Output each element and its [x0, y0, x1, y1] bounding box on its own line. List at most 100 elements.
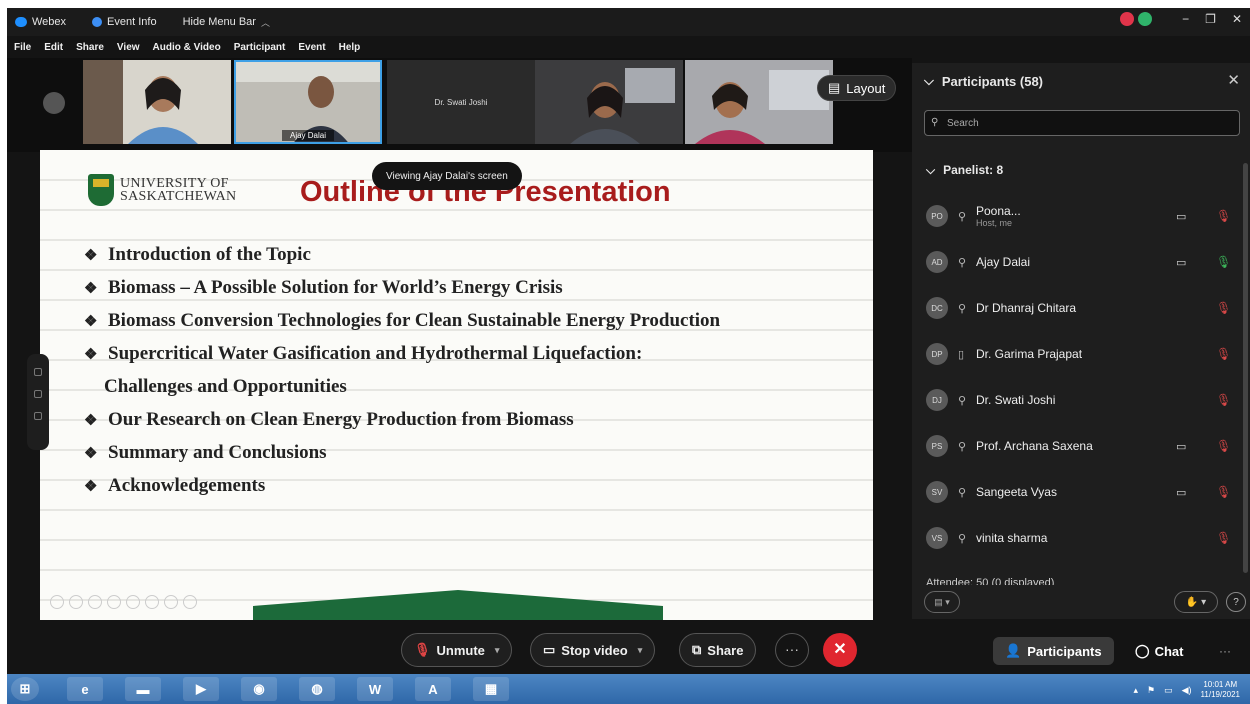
mic-on-icon[interactable]: 🎙 — [1216, 255, 1231, 269]
bullet-item: ❖ Our Research on Clean Energy Production… — [84, 403, 864, 436]
university-name: UNIVERSITY OF SASKATCHEWAN — [120, 177, 236, 204]
attendee-section-header[interactable]: Attendee: 50 (0 displayed) — [926, 577, 1054, 585]
help-icon[interactable]: ? — [1226, 592, 1246, 612]
panelist-row[interactable]: DJ ⚲ Dr. Swati Joshi 🎙 — [926, 377, 1231, 423]
tool-icon[interactable] — [145, 595, 159, 609]
avatar: DJ — [926, 389, 948, 411]
participant-video-icon — [685, 60, 833, 144]
end-meeting-button[interactable]: ✕ — [823, 633, 857, 667]
panelist-name: Sangeeta Vyas — [976, 485, 1057, 499]
pdf-reader-icon[interactable]: A — [415, 677, 451, 701]
overflow-menu-button[interactable]: ··· — [1219, 644, 1231, 658]
internet-explorer-icon[interactable]: e — [67, 677, 103, 701]
mic-muted-icon[interactable]: 🎙 — [1216, 439, 1231, 453]
file-explorer-icon[interactable]: ▬ — [125, 677, 161, 701]
close-window-button[interactable]: ✕ — [1232, 12, 1242, 26]
diamond-bullet-icon: ❖ — [84, 281, 98, 297]
participants-button[interactable]: 👤 Participants — [993, 637, 1114, 665]
event-info-button[interactable]: Event Info — [92, 16, 157, 28]
mic-muted-icon[interactable]: 🎙 — [1216, 531, 1231, 545]
hide-menu-bar-label: Hide Menu Bar — [182, 16, 256, 28]
restore-button[interactable]: ❐ — [1205, 12, 1216, 26]
panelist-row[interactable]: SV ⚲ Sangeeta Vyas ▭ 🎙 — [926, 469, 1231, 515]
tool-icon[interactable] — [50, 595, 64, 609]
unmute-button[interactable]: 🎙 Unmute ▾ — [401, 633, 513, 667]
view-options-button[interactable]: ▤ ▾ — [924, 591, 960, 613]
panel-scrollbar[interactable] — [1243, 163, 1248, 573]
volume-icon[interactable]: ◀) — [1182, 685, 1192, 696]
start-button[interactable]: ⊞ — [11, 677, 39, 701]
media-player-icon[interactable]: ▶ — [183, 677, 219, 701]
annotation-side-toolbar[interactable] — [27, 354, 49, 450]
device-icon: ▯ — [958, 348, 965, 361]
menu-event[interactable]: Event — [298, 42, 325, 53]
network-icon[interactable]: ▭ — [1164, 685, 1173, 696]
chat-button[interactable]: ◯ Chat — [1135, 637, 1183, 665]
menu-help[interactable]: Help — [339, 42, 361, 53]
menu-file[interactable]: File — [14, 42, 31, 53]
panelist-row[interactable]: AD ⚲ Ajay Dalai ▭ 🎙 — [926, 239, 1231, 285]
close-panel-button[interactable]: ✕ — [1227, 71, 1240, 89]
tool-icon[interactable] — [126, 595, 140, 609]
video-camera-icon: ▭ — [543, 642, 556, 657]
mic-muted-icon[interactable]: 🎙 — [1216, 347, 1231, 361]
chrome-icon[interactable]: ◉ — [241, 677, 277, 701]
diamond-bullet-icon: ❖ — [84, 314, 98, 330]
flag-icon[interactable]: ⚑ — [1147, 685, 1155, 696]
more-options-button[interactable]: ··· — [775, 633, 809, 667]
panelist-row[interactable]: DC ⚲ Dr Dhanraj Chitara 🎙 — [926, 285, 1231, 331]
tool-icon[interactable] — [164, 595, 178, 609]
tool-icon[interactable] — [107, 595, 121, 609]
tool-icon[interactable] — [88, 595, 102, 609]
mic-muted-icon[interactable]: 🎙 — [1216, 301, 1231, 315]
strip-previous-button[interactable] — [43, 92, 65, 114]
panelist-row[interactable]: PO ⚲ Poona... Host, me ▭ 🎙 — [926, 193, 1231, 239]
menu-view[interactable]: View — [117, 42, 140, 53]
menu-bar: File Edit Share View Audio & Video Parti… — [7, 36, 907, 58]
clock[interactable]: 10:01 AM 11/19/2021 — [1201, 680, 1240, 700]
participants-panel: ⌵ Participants (58) ✕ ⚲ Search ⌵ Panelis… — [912, 63, 1250, 619]
bullet-item: ❖ Acknowledgements — [84, 469, 864, 502]
webex-taskbar-icon[interactable]: W — [357, 677, 393, 701]
mic-muted-icon[interactable]: 🎙 — [1216, 209, 1231, 223]
firefox-icon[interactable]: ◍ — [299, 677, 335, 701]
mic-muted-icon[interactable]: 🎙 — [1216, 393, 1231, 407]
clock-date: 11/19/2021 — [1200, 690, 1240, 699]
video-tile-3[interactable]: Dr. Swati Joshi — [387, 60, 535, 144]
panelist-section-header[interactable]: ⌵ Panelist: 8 — [926, 163, 1003, 178]
menu-audio-video[interactable]: Audio & Video — [153, 42, 221, 53]
diamond-bullet-icon: ❖ — [84, 413, 98, 429]
video-tile-5[interactable] — [685, 60, 833, 144]
stop-video-button[interactable]: ▭ Stop video ▾ — [530, 633, 656, 667]
panelist-row[interactable]: VS ⚲ vinita sharma 🎙 — [926, 515, 1231, 561]
annotation-icon[interactable] — [34, 412, 42, 420]
mic-muted-icon[interactable]: 🎙 — [1216, 485, 1231, 499]
panelist-role: Host, me — [976, 218, 1013, 228]
show-hidden-icons[interactable]: ▴ — [1134, 685, 1139, 696]
share-button[interactable]: ⧉ Share — [679, 633, 757, 667]
webex-window: Webex Event Info Hide Menu Bar ︿ − ❐ ✕ F… — [7, 8, 1250, 704]
annotation-icon[interactable] — [34, 368, 42, 376]
video-tile-1[interactable] — [83, 60, 231, 144]
menu-participant[interactable]: Participant — [234, 42, 286, 53]
video-tile-active[interactable]: Ajay Dalai — [234, 60, 382, 144]
search-input[interactable]: ⚲ Search — [924, 110, 1240, 136]
hide-menu-bar-button[interactable]: Hide Menu Bar ︿ — [183, 16, 270, 29]
panelist-row[interactable]: DP ▯ Dr. Garima Prajapat 🎙 — [926, 331, 1231, 377]
document-icon[interactable]: ▦ — [473, 677, 509, 701]
raise-hand-button[interactable]: ✋ ▾ — [1174, 591, 1218, 613]
bullet-item: ❖ Supercritical Water Gasification and Hy… — [84, 337, 864, 370]
participants-header[interactable]: ⌵ Participants (58) — [924, 73, 1043, 89]
menu-edit[interactable]: Edit — [44, 42, 63, 53]
layout-button[interactable]: ▤ Layout — [817, 75, 897, 101]
tool-icon[interactable] — [183, 595, 197, 609]
bullet-continuation: Challenges and Opportunities — [104, 376, 347, 397]
phone-icon: ⚲ — [958, 486, 967, 499]
tool-icon[interactable] — [69, 595, 83, 609]
menu-share[interactable]: Share — [76, 42, 104, 53]
avatar: DP — [926, 343, 948, 365]
panelist-row[interactable]: PS ⚲ Prof. Archana Saxena ▭ 🎙 — [926, 423, 1231, 469]
annotation-icon[interactable] — [34, 390, 42, 398]
minimize-button[interactable]: − — [1182, 12, 1189, 26]
video-tile-4[interactable] — [535, 60, 683, 144]
